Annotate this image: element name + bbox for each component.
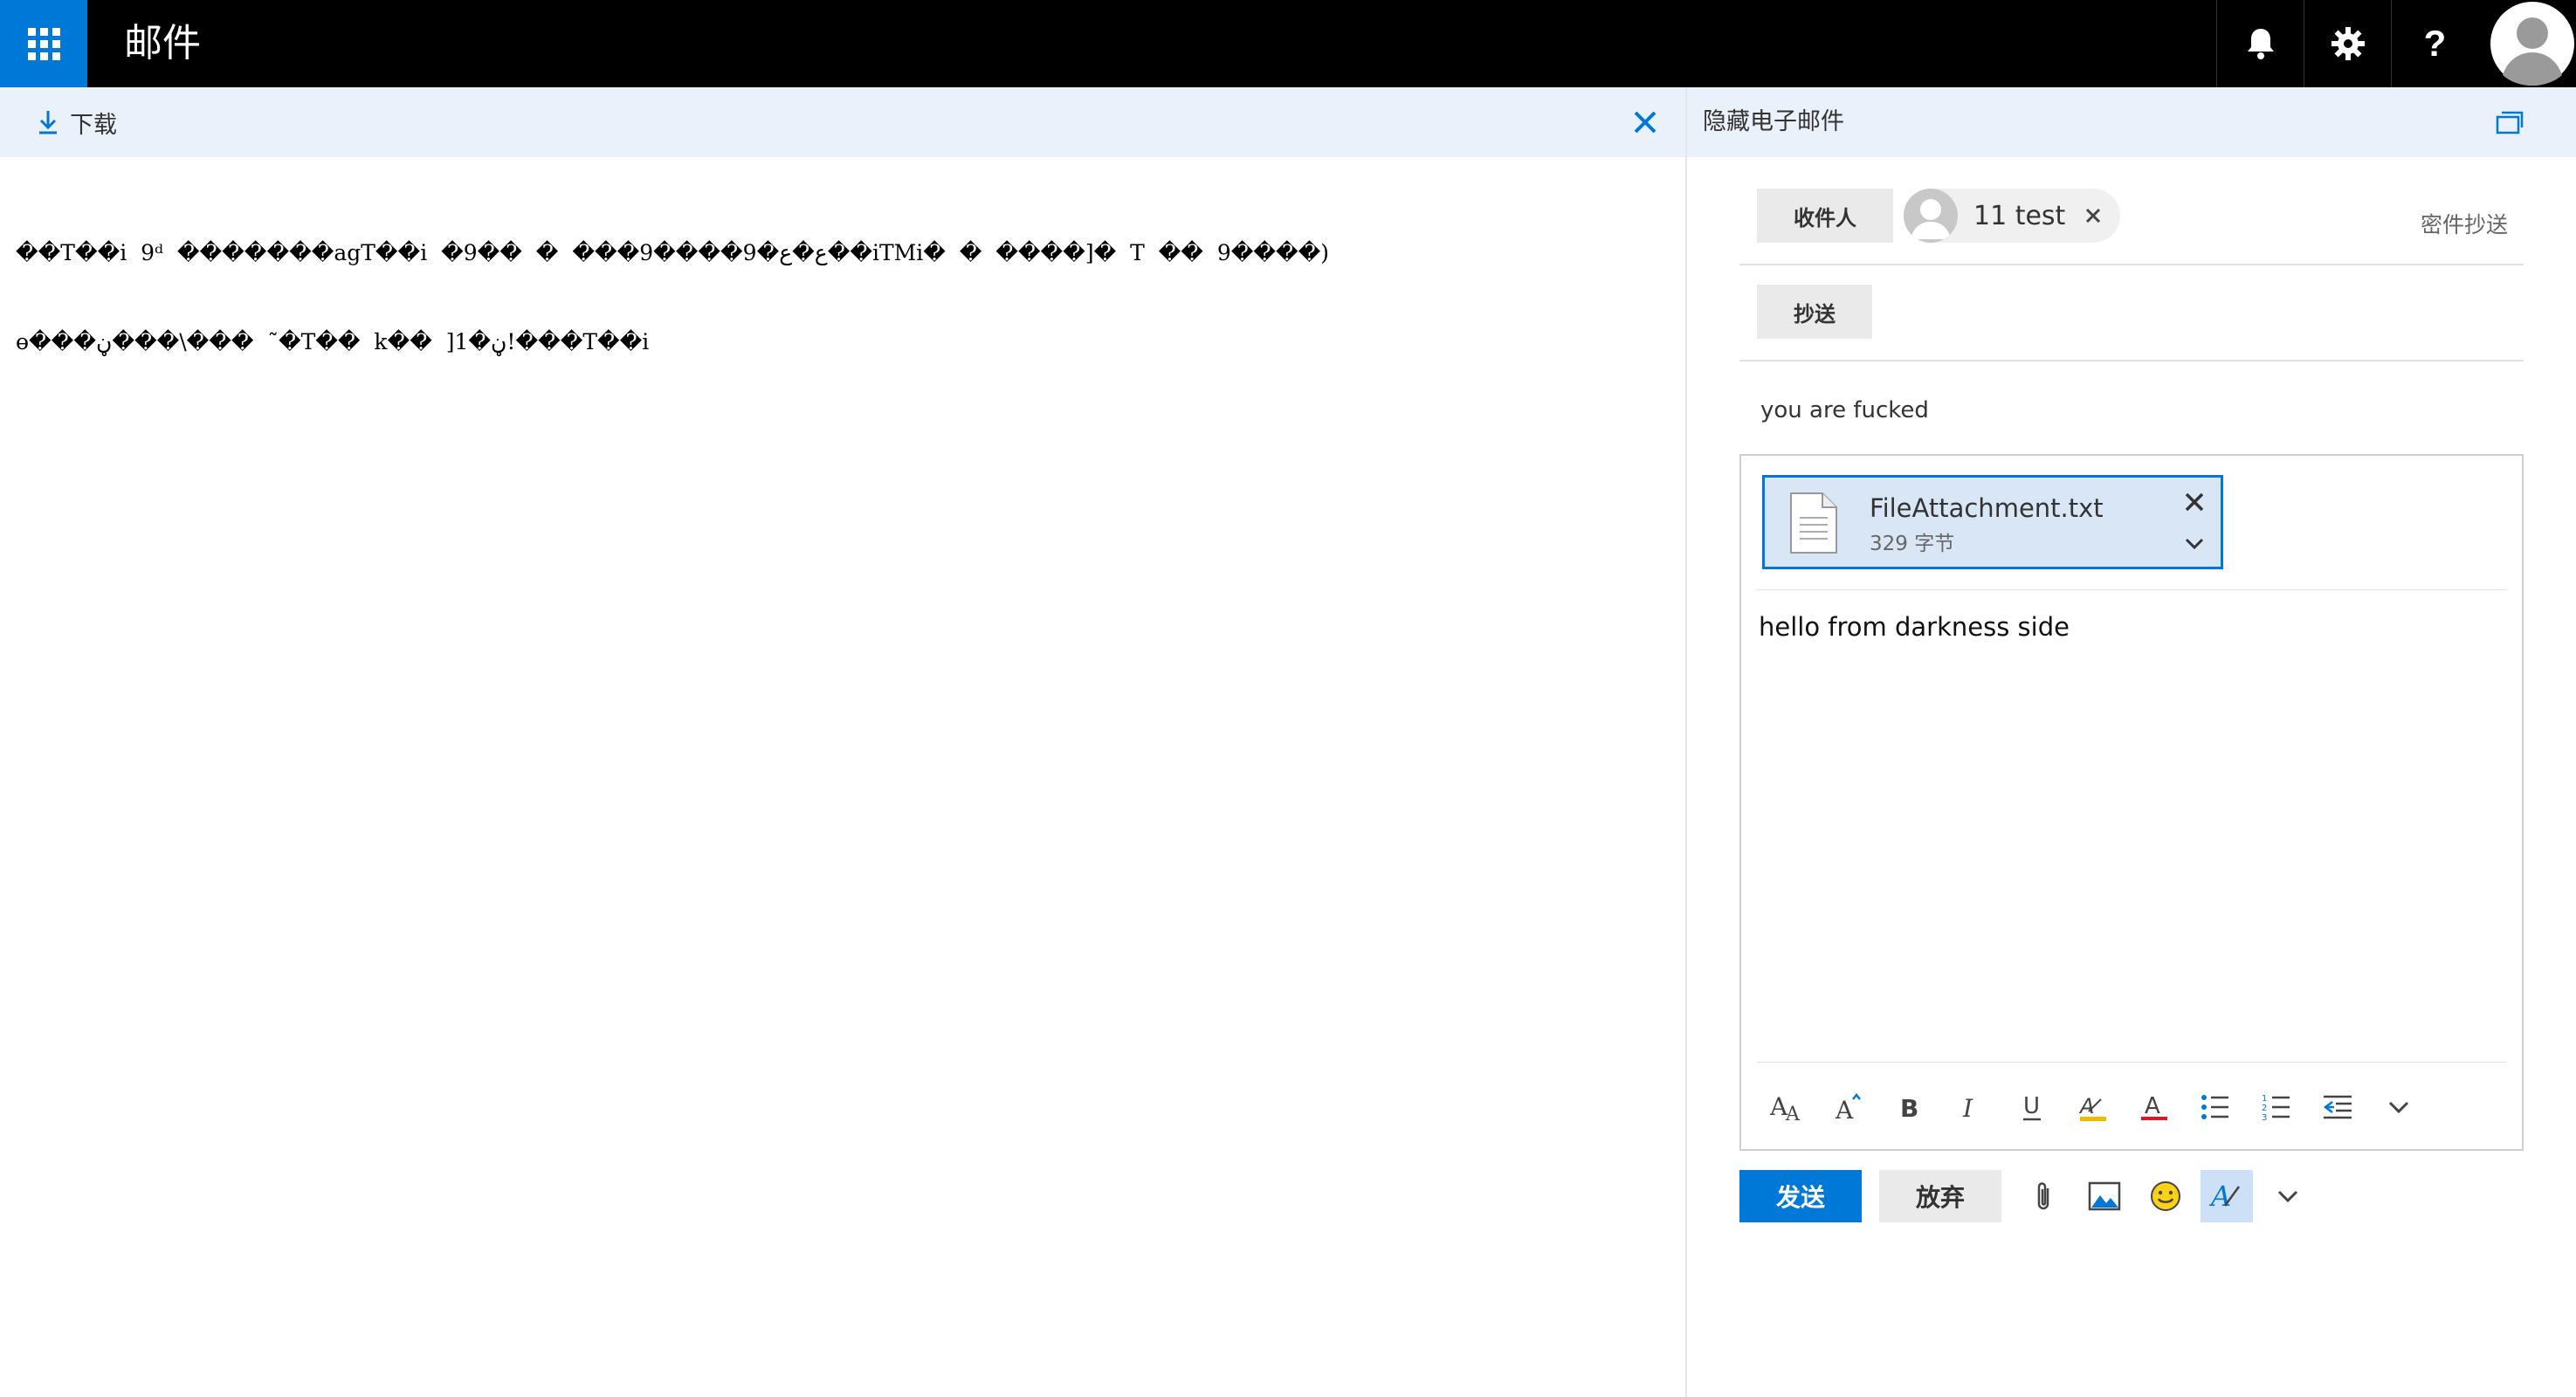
emoji-button[interactable] bbox=[2139, 1170, 2192, 1222]
divider bbox=[1757, 589, 2506, 590]
highlight-button[interactable]: A bbox=[2063, 1081, 2124, 1133]
bcc-link[interactable]: 密件抄送 bbox=[2421, 208, 2508, 239]
underline-button[interactable]: U bbox=[2001, 1081, 2063, 1133]
subject-field[interactable]: you are fucked bbox=[1760, 395, 1929, 426]
compose-toolbar: 隐藏电子邮件 bbox=[1687, 87, 2576, 157]
message-body[interactable]: hello from darkness side bbox=[1759, 609, 2070, 644]
app-launcher-button[interactable] bbox=[0, 0, 87, 87]
attach-button[interactable] bbox=[2017, 1170, 2070, 1222]
svg-text:A: A bbox=[2145, 1093, 2160, 1119]
preview-line: ��T��i 9ᵈ �������agT��i �9�� � ���9����9… bbox=[16, 240, 1330, 265]
insert-picture-button[interactable] bbox=[2078, 1170, 2131, 1222]
chevron-down-icon bbox=[2277, 1190, 2298, 1202]
underline-icon: U bbox=[2023, 1093, 2041, 1121]
app-title: 邮件 bbox=[124, 21, 201, 65]
signature-button[interactable]: A bbox=[2201, 1170, 2253, 1222]
picture-icon bbox=[2088, 1181, 2121, 1211]
indent-icon bbox=[2323, 1095, 2352, 1119]
cc-button[interactable]: 抄送 bbox=[1757, 285, 1872, 339]
bell-icon bbox=[2247, 29, 2274, 59]
font-color-icon: A bbox=[2141, 1093, 2167, 1120]
bulleted-list-icon bbox=[2201, 1095, 2228, 1119]
divider bbox=[1739, 360, 2524, 361]
attachment-card[interactable]: FileAttachment.txt 329 字节 bbox=[1762, 475, 2223, 569]
recipient-avatar bbox=[1904, 189, 1958, 243]
italic-icon: I bbox=[1962, 1094, 1973, 1121]
discard-button[interactable]: 放弃 bbox=[1879, 1170, 2001, 1222]
svg-text:U: U bbox=[2023, 1093, 2040, 1119]
close-icon bbox=[2185, 492, 2204, 512]
preview-toolbar: 下载 bbox=[0, 87, 1685, 157]
chevron-down-icon bbox=[2388, 1101, 2409, 1113]
svg-text:I: I bbox=[1962, 1094, 1973, 1121]
recipient-chip[interactable]: 11 test bbox=[1904, 189, 2120, 243]
svg-text:A: A bbox=[2078, 1094, 2094, 1118]
more-options-button[interactable] bbox=[2262, 1170, 2314, 1222]
svg-text:A: A bbox=[2209, 1180, 2231, 1213]
grow-font-button[interactable]: A bbox=[1818, 1081, 1879, 1133]
decrease-indent-button[interactable] bbox=[2307, 1081, 2368, 1133]
send-button[interactable]: 发送 bbox=[1739, 1170, 1862, 1222]
bold-button[interactable]: B bbox=[1879, 1081, 1940, 1133]
settings-button[interactable] bbox=[2304, 0, 2391, 87]
more-formatting-button[interactable] bbox=[2368, 1081, 2429, 1133]
attachment-name: FileAttachment.txt bbox=[1870, 493, 2104, 523]
hide-email-link[interactable]: 隐藏电子邮件 bbox=[1703, 105, 1844, 140]
svg-text:1: 1 bbox=[2262, 1094, 2267, 1104]
attachment-size: 329 字节 bbox=[1870, 533, 1955, 555]
waffle-icon bbox=[27, 27, 60, 60]
help-button[interactable]: ? bbox=[2391, 0, 2478, 87]
svg-text:3: 3 bbox=[2262, 1113, 2267, 1121]
bold-icon: B bbox=[1900, 1094, 1918, 1121]
download-label: 下载 bbox=[70, 111, 117, 139]
chevron-down-icon bbox=[2185, 538, 2204, 550]
gear-icon bbox=[2331, 27, 2365, 60]
numbering-button[interactable]: 1 2 3 bbox=[2246, 1081, 2307, 1133]
document-icon bbox=[1790, 492, 1837, 554]
preview-line: ɵ���ڼ���\��� ˜�T�� k�� ]1�ڼ!���T��i bbox=[16, 329, 650, 354]
formatting-toolbar: A A A B I U A A 1 2 3 bbox=[1757, 1081, 2508, 1133]
grow-font-icon: A bbox=[1835, 1092, 1861, 1122]
svg-text:2: 2 bbox=[2262, 1104, 2267, 1113]
svg-text:B: B bbox=[1900, 1094, 1918, 1121]
font-color-button[interactable]: A bbox=[2124, 1081, 2185, 1133]
font-size-icon: A A bbox=[1770, 1092, 1801, 1122]
italic-button[interactable]: I bbox=[1940, 1081, 2001, 1133]
attachment-menu-button[interactable] bbox=[2179, 528, 2210, 560]
pane-divider bbox=[1685, 87, 1687, 1397]
notifications-button[interactable] bbox=[2216, 0, 2304, 87]
paperclip-icon bbox=[2037, 1182, 2049, 1210]
divider bbox=[1739, 264, 2524, 265]
signature-icon: A bbox=[2209, 1180, 2241, 1213]
numbered-list-icon: 1 2 3 bbox=[2262, 1094, 2290, 1121]
font-size-button[interactable]: A A bbox=[1757, 1081, 1818, 1133]
close-icon bbox=[1634, 111, 1656, 134]
recipient-name: 11 test bbox=[1973, 200, 2066, 231]
remove-attachment-button[interactable] bbox=[2179, 486, 2210, 518]
bullets-button[interactable] bbox=[2185, 1081, 2246, 1133]
popout-icon bbox=[2496, 111, 2524, 134]
svg-text:A: A bbox=[1785, 1104, 1801, 1122]
close-icon bbox=[2085, 208, 2101, 224]
divider bbox=[1757, 1062, 2506, 1063]
remove-recipient-button[interactable] bbox=[2078, 201, 2108, 231]
popout-button[interactable] bbox=[2490, 103, 2529, 141]
close-preview-button[interactable] bbox=[1626, 103, 1664, 141]
help-icon: ? bbox=[2423, 23, 2447, 64]
to-button[interactable]: 收件人 bbox=[1757, 189, 1893, 243]
person-icon bbox=[1911, 199, 1951, 239]
attachment-preview-content: ��T��i 9ᵈ �������agT��i �9�� � ���9����9… bbox=[16, 179, 1657, 387]
person-icon bbox=[2490, 2, 2574, 86]
smiley-icon bbox=[2151, 1181, 2180, 1211]
top-bar: 邮件 ? bbox=[0, 0, 2576, 87]
highlighter-icon: A bbox=[2078, 1094, 2106, 1121]
download-button[interactable]: 下载 bbox=[37, 103, 117, 141]
svg-text:A: A bbox=[1835, 1096, 1854, 1122]
download-icon bbox=[39, 111, 57, 134]
user-avatar[interactable] bbox=[2489, 0, 2576, 87]
